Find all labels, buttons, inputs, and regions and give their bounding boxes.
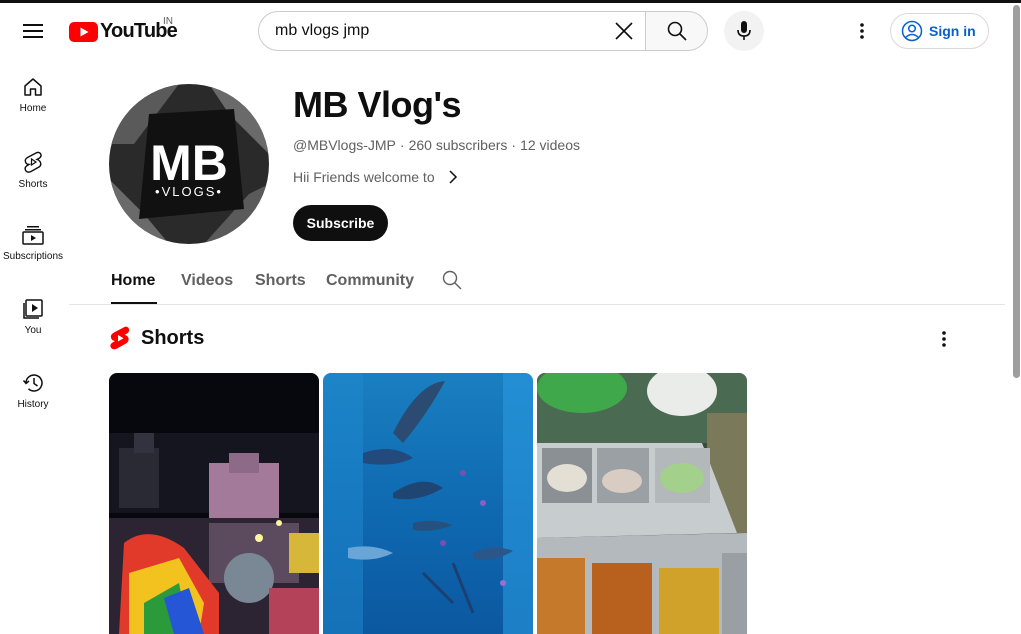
search-input[interactable]: mb vlogs jmp bbox=[275, 22, 604, 40]
meta-separator: · bbox=[399, 137, 405, 153]
close-icon bbox=[615, 22, 633, 40]
microphone-icon bbox=[737, 21, 751, 40]
sign-in-label: Sign in bbox=[929, 23, 976, 39]
guide-menu-button[interactable] bbox=[13, 11, 53, 51]
search-icon bbox=[667, 21, 687, 41]
sidebar-item-label: History bbox=[17, 399, 49, 410]
sidebar-item-label: Home bbox=[19, 103, 47, 114]
youtube-logo[interactable]: YouTube bbox=[69, 20, 178, 43]
shorts-logo-icon bbox=[110, 326, 130, 350]
home-icon bbox=[24, 78, 42, 96]
you-icon bbox=[23, 299, 43, 319]
shorts-icon bbox=[24, 151, 42, 173]
tab-shorts[interactable]: Shorts bbox=[255, 272, 306, 290]
channel-description[interactable]: Hii Friends welcome to bbox=[293, 169, 461, 185]
avatar-logo-text: MB bbox=[150, 135, 228, 191]
sign-in-button[interactable]: Sign in bbox=[890, 13, 989, 49]
tab-videos[interactable]: Videos bbox=[181, 272, 233, 290]
settings-more-button[interactable] bbox=[842, 11, 882, 51]
sidebar-item-label: Subscriptions bbox=[2, 251, 64, 262]
channel-name: MB Vlog's bbox=[293, 84, 462, 125]
section-title: Shorts bbox=[141, 326, 205, 349]
avatar-logo-subtext: •VLOGS• bbox=[155, 184, 223, 199]
channel-tabs: Home Videos Shorts Community bbox=[69, 258, 1005, 305]
tab-home[interactable]: Home bbox=[111, 272, 155, 290]
subscriber-count: 260 subscribers bbox=[408, 137, 508, 153]
video-count: 12 videos bbox=[520, 137, 581, 153]
hamburger-icon bbox=[23, 24, 43, 38]
subscriptions-icon bbox=[22, 226, 44, 245]
chevron-right-icon bbox=[449, 170, 457, 184]
sidebar-item-you[interactable]: You bbox=[0, 281, 66, 355]
shorts-section-header: Shorts bbox=[109, 326, 204, 350]
sidebar-item-history[interactable]: History bbox=[0, 355, 66, 429]
masthead: YouTube IN mb vlogs jmp Sign in bbox=[0, 3, 1021, 59]
sidebar-item-label: You bbox=[24, 325, 42, 336]
meta-separator: · bbox=[511, 137, 517, 153]
active-tab-indicator bbox=[111, 302, 157, 304]
history-icon bbox=[22, 374, 43, 392]
search-box[interactable]: mb vlogs jmp bbox=[258, 11, 646, 51]
more-vert-icon bbox=[860, 23, 864, 39]
short-thumbnail-fair[interactable] bbox=[109, 373, 319, 634]
page-scrollbar-thumb[interactable] bbox=[1013, 5, 1020, 378]
channel-search-button[interactable] bbox=[442, 270, 462, 295]
section-more-button[interactable] bbox=[934, 329, 954, 349]
region-code: IN bbox=[163, 16, 173, 27]
voice-search-button[interactable] bbox=[724, 11, 764, 51]
more-vert-icon bbox=[942, 331, 946, 347]
channel-handle: @MBVlogs-JMP bbox=[293, 137, 396, 153]
youtube-play-icon bbox=[69, 21, 98, 42]
short-thumbnail-aquarium[interactable] bbox=[323, 373, 533, 634]
sidebar-item-label: Shorts bbox=[18, 179, 48, 190]
mini-guide: Home Shorts Subscriptions You History bbox=[0, 59, 66, 429]
channel-avatar: MB •VLOGS• bbox=[109, 84, 269, 244]
search-button[interactable] bbox=[645, 11, 708, 51]
search-icon bbox=[442, 270, 462, 290]
sidebar-item-home[interactable]: Home bbox=[0, 59, 66, 133]
subscribe-button[interactable]: Subscribe bbox=[293, 205, 388, 241]
channel-meta: @MBVlogs-JMP · 260 subscribers · 12 vide… bbox=[293, 137, 580, 153]
sidebar-item-shorts[interactable]: Shorts bbox=[0, 133, 66, 207]
clear-search-button[interactable] bbox=[604, 12, 644, 50]
sidebar-item-subscriptions[interactable]: Subscriptions bbox=[0, 207, 66, 281]
description-text: Hii Friends welcome to bbox=[293, 169, 435, 185]
tab-community[interactable]: Community bbox=[326, 272, 414, 290]
account-circle-icon bbox=[901, 20, 923, 42]
short-thumbnail-food[interactable] bbox=[537, 373, 747, 634]
